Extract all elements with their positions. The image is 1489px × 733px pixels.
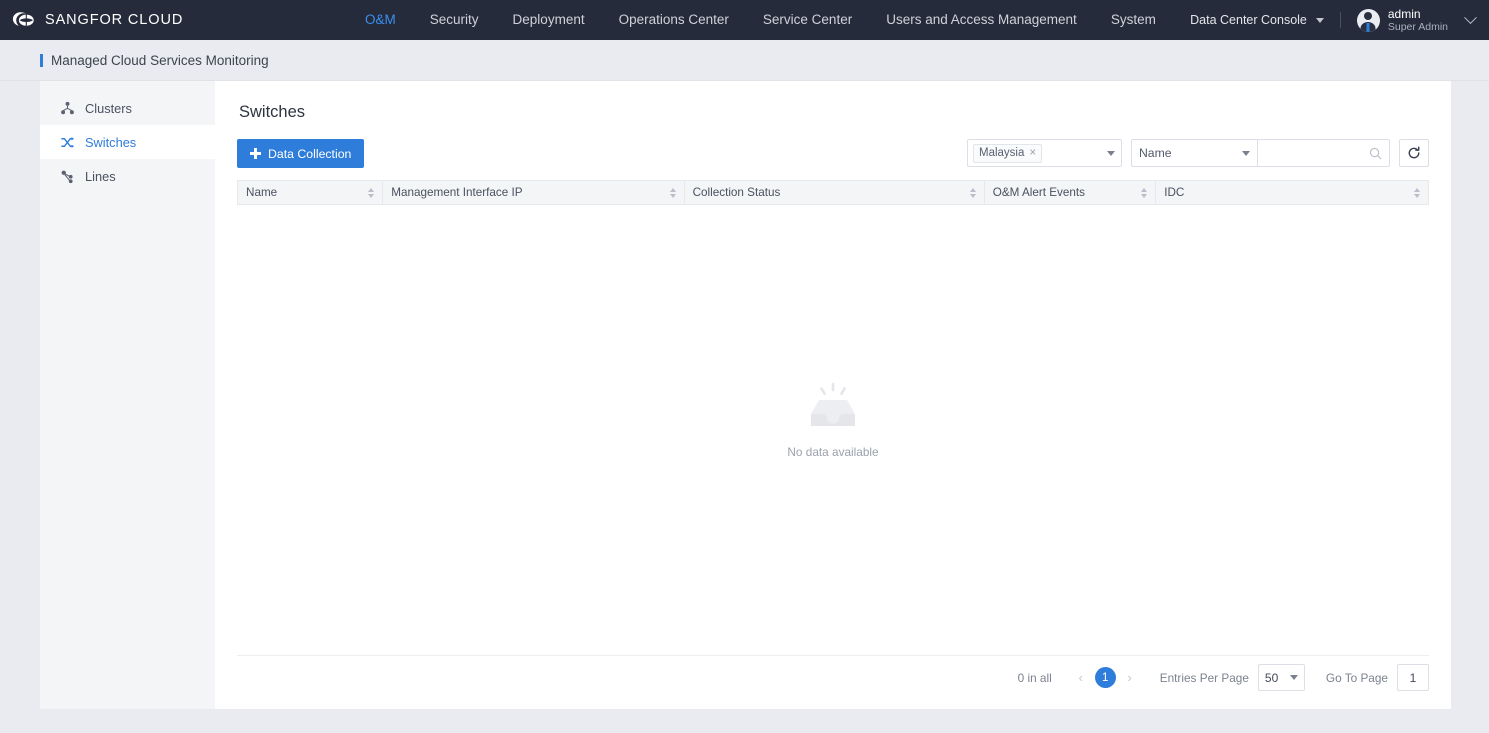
page-number-1[interactable]: 1 <box>1094 667 1116 688</box>
filter-controls: Malaysia × Name <box>967 139 1429 167</box>
nav-item-security[interactable]: Security <box>413 0 496 40</box>
chevron-down-icon <box>1315 17 1324 23</box>
column-header-idc[interactable]: IDC <box>1155 180 1429 205</box>
search-input[interactable] <box>1258 140 1358 166</box>
switches-table: Name Management Interface IP Collection … <box>236 180 1429 205</box>
empty-state: No data available <box>237 205 1429 635</box>
top-right-controls: Data Center Console admin Super Admin <box>1190 0 1477 40</box>
total-count: 0 in all <box>1017 670 1052 685</box>
brand[interactable]: SANGFOR CLOUD <box>0 9 183 31</box>
nav-item-operations-center[interactable]: Operations Center <box>602 0 746 40</box>
breadcrumb-accent-bar <box>40 53 43 67</box>
divider <box>1339 12 1341 28</box>
entries-per-page-select[interactable]: 50 <box>1257 664 1305 691</box>
content-shell: Clusters Switches Lines Switches Data Co… <box>0 81 1489 733</box>
breadcrumb: Managed Cloud Services Monitoring <box>0 40 1489 81</box>
table-header-row: Name Management Interface IP Collection … <box>236 180 1429 205</box>
go-to-page-label: Go To Page <box>1325 670 1388 685</box>
column-header-om-alert-events[interactable]: O&M Alert Events <box>984 180 1157 205</box>
entries-per-page-label: Entries Per Page <box>1159 670 1249 685</box>
empty-state-text: No data available <box>787 444 879 459</box>
chevron-down-icon <box>1242 150 1250 156</box>
nav-item-deployment[interactable]: Deployment <box>496 0 602 40</box>
sidebar-item-lines[interactable]: Lines <box>40 159 215 193</box>
data-collection-button[interactable]: Data Collection <box>237 139 365 168</box>
region-tag: Malaysia × <box>973 143 1043 163</box>
refresh-button[interactable] <box>1399 139 1429 167</box>
nav-item-service-center[interactable]: Service Center <box>746 0 869 40</box>
prev-page-button[interactable]: ‹ <box>1070 670 1092 685</box>
sidebar-item-label: Switches <box>85 134 137 150</box>
column-header-label: IDC <box>1164 186 1185 199</box>
sort-icon[interactable] <box>1414 187 1420 198</box>
panel-title: Switches <box>239 103 306 121</box>
column-header-label: Collection Status <box>692 186 781 199</box>
avatar <box>1356 8 1380 32</box>
top-navigation-bar: SANGFOR CLOUD O&M Security Deployment Op… <box>0 0 1489 40</box>
go-to-page-input[interactable]: 1 <box>1397 664 1429 691</box>
sidebar-item-label: Clusters <box>85 100 132 116</box>
main-nav: O&M Security Deployment Operations Cente… <box>348 0 1173 40</box>
column-header-label: Name <box>246 186 278 199</box>
sort-icon[interactable] <box>669 187 676 198</box>
region-multiselect[interactable]: Malaysia × <box>967 139 1122 167</box>
sort-icon[interactable] <box>969 187 976 198</box>
sidebar: Clusters Switches Lines <box>40 81 215 709</box>
search-field-select-label: Name <box>1139 146 1172 160</box>
plus-icon <box>250 148 261 159</box>
toolbar: Data Collection Malaysia × Name <box>237 139 1429 168</box>
console-selector-label: Data Center Console <box>1190 13 1307 27</box>
search-icon[interactable] <box>1369 147 1382 160</box>
pagination: 0 in all ‹ 1 › Entries Per Page 50 Go To… <box>1018 664 1429 691</box>
nav-item-system[interactable]: System <box>1094 0 1173 40</box>
entries-per-page-value: 50 <box>1264 670 1279 685</box>
sort-icon[interactable] <box>1141 187 1148 198</box>
region-tag-label: Malaysia <box>979 147 1025 159</box>
empty-inbox-icon <box>811 382 855 426</box>
column-header-collection-status[interactable]: Collection Status <box>684 180 985 205</box>
page-title: Managed Cloud Services Monitoring <box>51 52 269 68</box>
search-field-select[interactable]: Name <box>1131 139 1257 167</box>
next-page-button[interactable]: › <box>1119 670 1141 685</box>
column-header-label: Management Interface IP <box>391 186 523 199</box>
nav-item-users-and-access-management[interactable]: Users and Access Management <box>869 0 1094 40</box>
main-panel: Switches Data Collection Malaysia × Name <box>215 81 1451 709</box>
cloud-logo-icon <box>12 12 34 26</box>
user-role: Super Admin <box>1387 20 1448 33</box>
search-box <box>1257 139 1390 167</box>
switches-icon <box>61 136 74 148</box>
chevron-down-icon <box>1107 150 1115 156</box>
sidebar-item-label: Lines <box>85 168 116 184</box>
sidebar-item-clusters[interactable]: Clusters <box>40 91 215 125</box>
user-menu[interactable]: admin Super Admin <box>1356 6 1477 34</box>
footer-divider <box>237 655 1429 656</box>
search-group: Name <box>1131 139 1390 167</box>
clusters-icon <box>61 101 74 114</box>
remove-tag-icon[interactable]: × <box>1029 147 1036 159</box>
column-header-label: O&M Alert Events <box>992 186 1085 199</box>
sidebar-item-switches[interactable]: Switches <box>40 125 215 159</box>
column-header-name[interactable]: Name <box>236 180 384 205</box>
chevron-down-icon <box>1289 675 1298 680</box>
lines-icon <box>61 170 73 183</box>
nav-item-om[interactable]: O&M <box>348 0 413 40</box>
sort-icon[interactable] <box>368 187 375 198</box>
column-header-management-interface-ip[interactable]: Management Interface IP <box>382 180 685 205</box>
console-selector[interactable]: Data Center Console <box>1190 13 1324 27</box>
chevron-down-icon <box>1464 10 1477 24</box>
brand-name: SANGFOR CLOUD <box>45 12 184 28</box>
refresh-icon <box>1408 146 1420 159</box>
go-to-page-value: 1 <box>1409 670 1417 685</box>
data-collection-button-label: Data Collection <box>268 146 352 161</box>
user-name: admin <box>1387 6 1421 21</box>
